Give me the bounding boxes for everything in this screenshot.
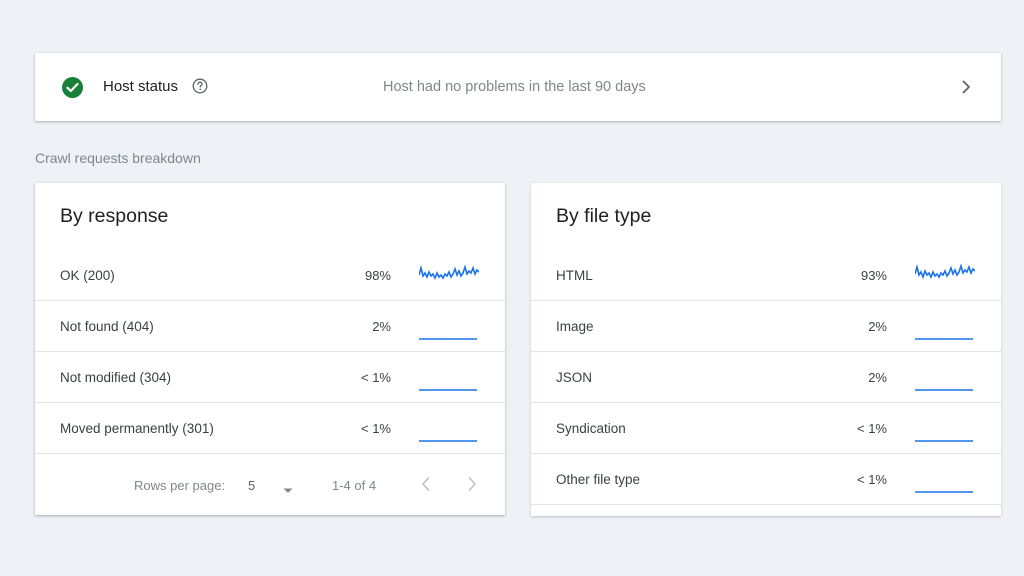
sparkline-fluctuating [915, 263, 975, 280]
sparkline-flat [419, 338, 477, 340]
table-row[interactable]: Image 2% [531, 301, 1001, 352]
sparkline-fluctuating [419, 264, 479, 280]
help-icon[interactable] [192, 78, 208, 94]
by-file-type-rows: HTML 93% Image 2% JSON 2% Syndication < … [531, 250, 1001, 505]
row-percentage: < 1% [857, 471, 887, 487]
rows-per-page-label: Rows per page: [134, 478, 226, 493]
dropdown-arrow-icon[interactable] [282, 482, 294, 493]
panel-title: By response [60, 205, 169, 227]
host-status-message: Host had no problems in the last 90 days [383, 79, 646, 95]
row-percentage: < 1% [857, 420, 887, 436]
panel-title: By file type [556, 205, 652, 227]
row-label: JSON [556, 369, 593, 385]
sparkline-flat [915, 389, 973, 391]
row-label: Image [556, 318, 594, 334]
row-percentage: 98% [364, 267, 391, 283]
row-percentage: 2% [372, 318, 391, 334]
table-row[interactable]: HTML 93% [531, 250, 1001, 301]
table-row[interactable]: JSON 2% [531, 352, 1001, 403]
row-percentage: 2% [868, 369, 887, 385]
host-status-card[interactable]: Host status Host had no problems in the … [35, 53, 1001, 121]
row-percentage: < 1% [361, 369, 391, 385]
table-row[interactable]: Syndication < 1% [531, 403, 1001, 454]
row-percentage: 93% [860, 267, 887, 283]
row-label: Not found (404) [60, 318, 154, 334]
by-file-type-panel: By file type HTML 93% Image 2% JSON 2% S… [531, 183, 1001, 516]
pagination-footer: Rows per page: 5 1-4 of 4 [35, 455, 505, 515]
row-label: Other file type [556, 471, 641, 487]
table-row[interactable]: Other file type < 1% [531, 454, 1001, 505]
table-row[interactable]: Moved permanently (301) < 1% [35, 403, 505, 454]
table-row[interactable]: Not modified (304) < 1% [35, 352, 505, 403]
row-label: OK (200) [60, 267, 115, 283]
table-row[interactable]: Not found (404) 2% [35, 301, 505, 352]
host-status-title: Host status [103, 78, 179, 95]
chevron-left-icon[interactable] [419, 475, 433, 493]
section-title: Crawl requests breakdown [35, 150, 201, 166]
row-label: HTML [556, 267, 593, 283]
sparkline-flat [915, 491, 973, 493]
row-label: Not modified (304) [60, 369, 172, 385]
by-response-rows: OK (200) 98% Not found (404) 2% Not modi… [35, 250, 505, 454]
rows-per-page-select[interactable]: 5 [248, 478, 255, 493]
row-percentage: < 1% [361, 420, 391, 436]
chevron-right-icon[interactable] [465, 475, 479, 493]
pagination-range: 1-4 of 4 [332, 478, 377, 493]
sparkline-flat [915, 338, 973, 340]
sparkline-flat [419, 389, 477, 391]
sparkline-flat [419, 440, 477, 442]
chevron-right-icon[interactable] [959, 79, 973, 95]
by-response-panel: By response OK (200) 98% Not found (404)… [35, 183, 505, 515]
row-label: Syndication [556, 420, 626, 436]
row-percentage: 2% [868, 318, 887, 334]
sparkline-flat [915, 440, 973, 442]
table-row[interactable]: OK (200) 98% [35, 250, 505, 301]
check-circle-icon [62, 77, 83, 98]
row-label: Moved permanently (301) [60, 420, 214, 436]
